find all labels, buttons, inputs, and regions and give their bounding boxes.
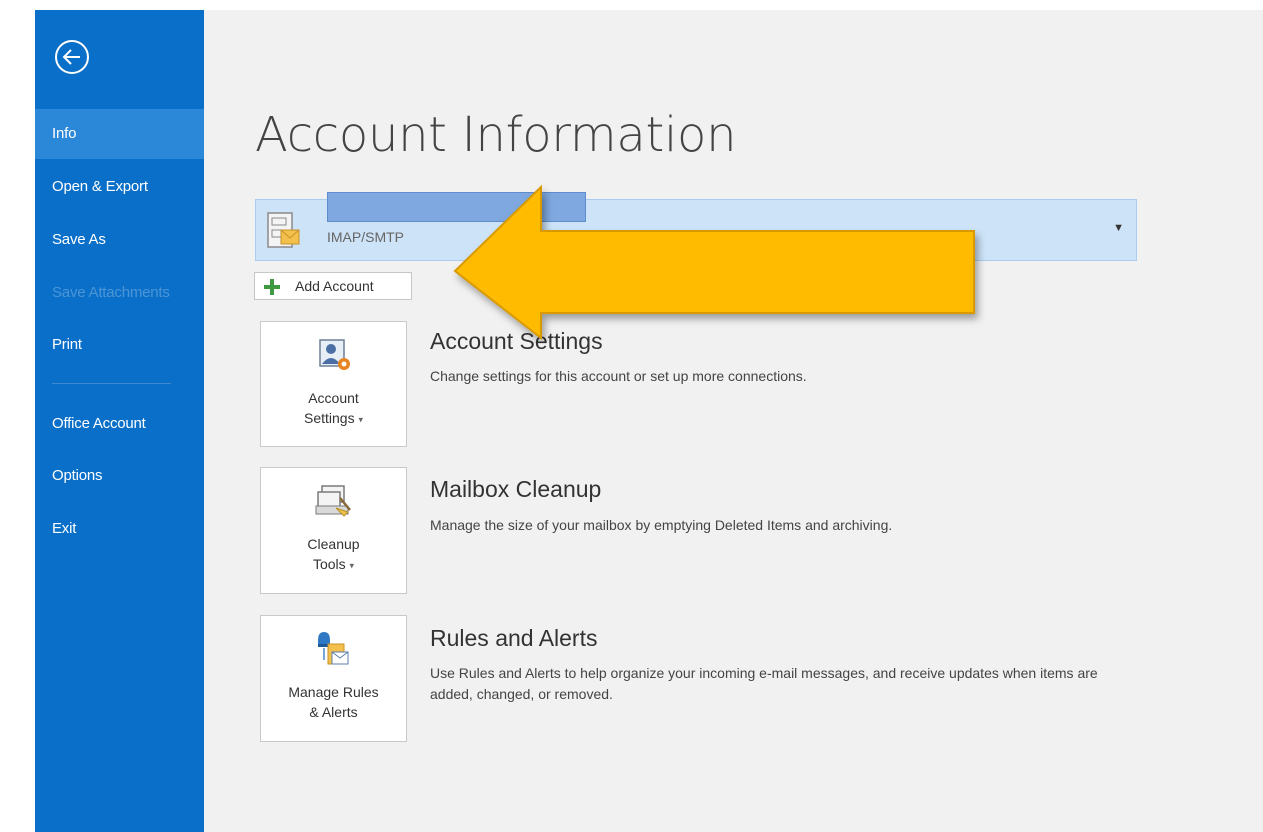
account-settings-line1: Account <box>308 390 359 406</box>
cleanup-tools-line2: Tools <box>312 556 346 572</box>
manage-rules-line1: Manage Rules <box>288 684 379 700</box>
sidebar-item-exit[interactable]: Exit <box>35 504 204 554</box>
rules-alerts-icon <box>317 632 348 665</box>
sidebar-item-save-as[interactable]: Save As <box>35 215 204 265</box>
section-desc-account-settings: Change settings for this account or set … <box>430 368 807 384</box>
account-settings-icon <box>318 339 350 370</box>
account-settings-label: Account Settings ▾ <box>261 388 406 429</box>
section-title-mailbox-cleanup: Mailbox Cleanup <box>430 476 602 502</box>
account-card-icon <box>267 212 300 248</box>
account-type: IMAP/SMTP <box>327 229 405 245</box>
cleanup-tools-label: Cleanup Tools ▾ <box>261 534 406 575</box>
add-account-button[interactable]: Add Account <box>254 272 412 300</box>
section-title-rules-alerts: Rules and Alerts <box>430 625 598 651</box>
chevron-down-icon[interactable]: ▼ <box>1113 222 1124 234</box>
sidebar-item-info[interactable]: Info <box>35 109 204 159</box>
account-settings-line2: Settings <box>303 410 355 426</box>
chevron-down-icon: ▾ <box>358 414 363 425</box>
section-desc-mailbox-cleanup: Manage the size of your mailbox by empty… <box>430 517 893 533</box>
page-title: Account Information <box>255 107 737 163</box>
backstage-sidebar: Info Open & Export Save As Save Attachme… <box>0 0 204 832</box>
back-button[interactable] <box>55 40 89 74</box>
cleanup-tools-button[interactable]: Cleanup Tools ▾ <box>260 467 407 594</box>
sidebar-item-office-account[interactable]: Office Account <box>35 399 204 449</box>
sidebar-item-save-attachments: Save Attachments <box>52 284 170 301</box>
cleanup-tools-icon <box>315 485 351 517</box>
sidebar-divider <box>52 383 171 384</box>
main-content: Account Information IMAP/SMTP ▼ Add Acco… <box>204 10 1263 832</box>
manage-rules-alerts-button[interactable]: Manage Rules & Alerts <box>260 615 407 742</box>
plus-icon <box>264 279 280 295</box>
callout-arrow-icon <box>453 184 975 341</box>
sidebar-item-open-export[interactable]: Open & Export <box>35 162 204 212</box>
account-settings-button[interactable]: Account Settings ▾ <box>260 321 407 447</box>
sidebar-panel: Info Open & Export Save As Save Attachme… <box>35 10 204 832</box>
add-account-label: Add Account <box>295 278 374 294</box>
manage-rules-label: Manage Rules & Alerts <box>261 682 406 722</box>
back-arrow-icon <box>62 49 80 65</box>
sidebar-item-print[interactable]: Print <box>35 320 204 370</box>
manage-rules-line2: & Alerts <box>309 704 358 720</box>
sidebar-item-options[interactable]: Options <box>35 451 204 501</box>
cleanup-tools-line1: Cleanup <box>307 536 360 552</box>
section-desc-rules-alerts: Use Rules and Alerts to help organize yo… <box>430 665 1098 702</box>
chevron-down-icon: ▾ <box>349 560 355 571</box>
